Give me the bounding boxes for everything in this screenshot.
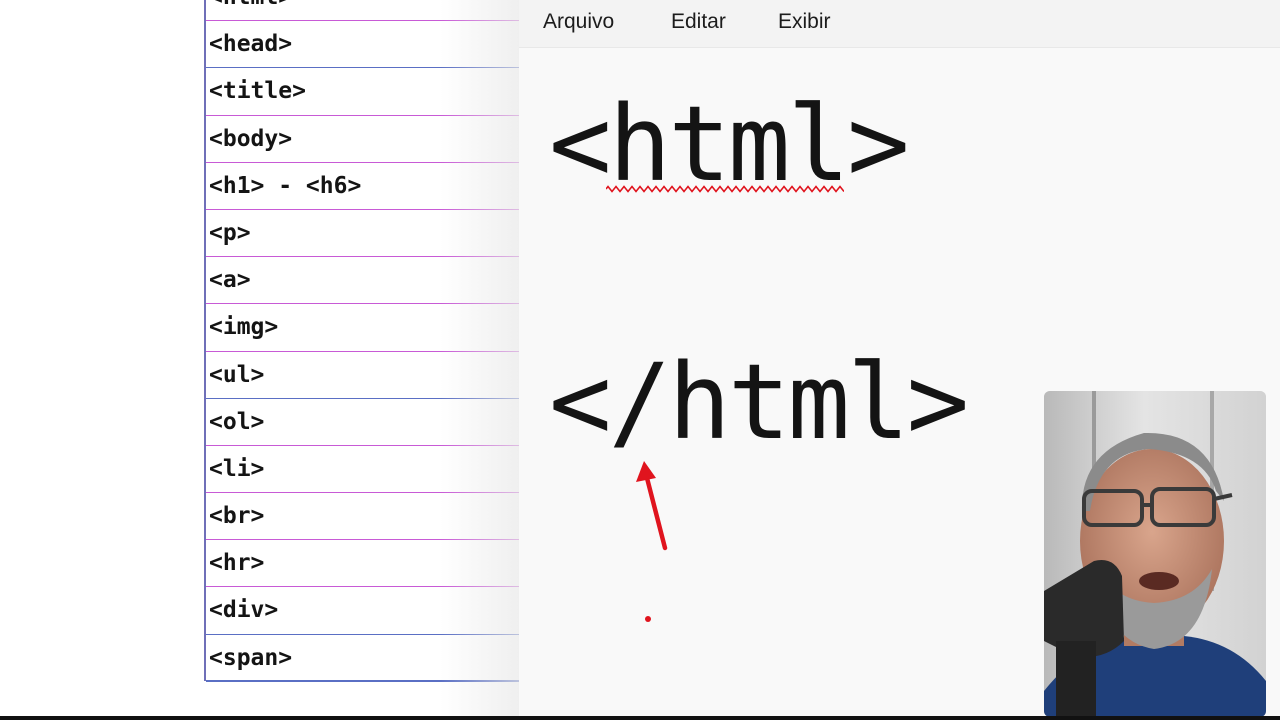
tag-list-item: <body>	[206, 116, 520, 163]
spellcheck-underline	[606, 185, 844, 193]
tag-list-item: <p>	[206, 210, 520, 258]
tag-list-item: <hr>	[206, 540, 520, 588]
menu-file[interactable]: Arquivo	[543, 10, 614, 34]
taskbar-edge	[0, 716, 1280, 720]
webcam-overlay	[1044, 391, 1266, 717]
code-line-open: <html>	[549, 83, 910, 205]
tag-list-item: <br>	[206, 493, 520, 541]
tag-list-item: <a>	[206, 257, 520, 305]
presenter-video	[1044, 391, 1266, 717]
menu-bar: Arquivo Editar Exibir	[519, 0, 1280, 48]
tag-list-item: <img>	[206, 304, 520, 352]
html-tag-list: <html> <head> <title> <body> <h1> - <h6>…	[204, 0, 520, 682]
menu-edit[interactable]: Editar	[671, 10, 726, 34]
tag-list-item: <html>	[206, 0, 520, 22]
tag-list-item: <head>	[206, 21, 520, 69]
screen: <html> <head> <title> <body> <h1> - <h6>…	[0, 0, 1280, 720]
menu-view[interactable]: Exibir	[778, 10, 831, 34]
code-line-close: </html>	[549, 341, 969, 463]
tag-list-item: <span>	[206, 635, 520, 682]
tag-list-item: <ol>	[206, 399, 520, 446]
tag-list-item: <li>	[206, 446, 520, 494]
tag-list-item: <h1> - <h6>	[206, 163, 520, 210]
tag-list-item: <title>	[206, 68, 520, 116]
tag-list-item: <div>	[206, 587, 520, 635]
tag-list-item: <ul>	[206, 352, 520, 399]
